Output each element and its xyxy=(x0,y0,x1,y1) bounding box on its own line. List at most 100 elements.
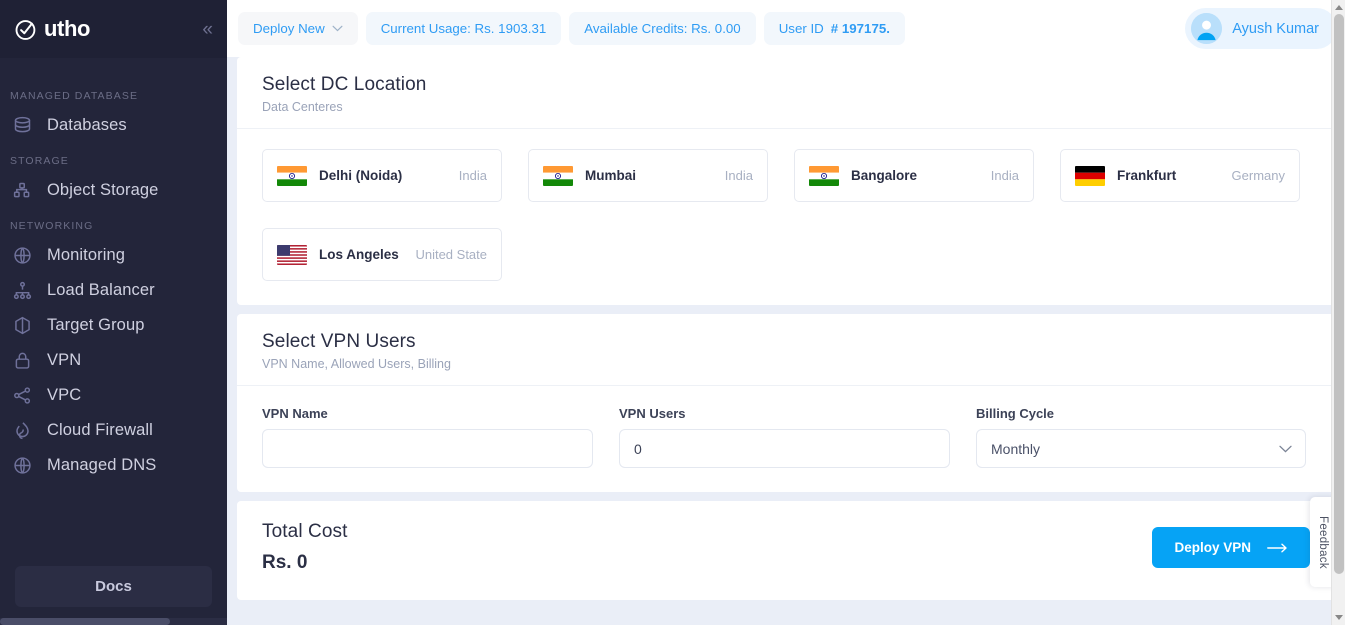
dc-location-city: Frankfurt xyxy=(1117,168,1177,183)
user-menu[interactable]: Ayush Kumar xyxy=(1185,8,1337,49)
flag-india-icon xyxy=(809,165,839,186)
vpn-users-body: VPN Name VPN Users Billing Cycle xyxy=(237,386,1335,492)
sidebar-item-label: Monitoring xyxy=(47,246,126,264)
share-nodes-icon xyxy=(14,387,31,404)
dc-location-country: Germany xyxy=(1231,168,1285,183)
total-cost-value: Rs. 0 xyxy=(262,552,308,573)
cube-icon xyxy=(15,316,30,335)
user-avatar-icon xyxy=(1191,13,1223,44)
user-id-pill[interactable]: User ID # 197175. xyxy=(763,12,905,45)
sidebar-group-label-storage: STORAGE xyxy=(10,155,69,167)
deploy-vpn-button[interactable]: Deploy VPN xyxy=(1152,527,1310,568)
total-cost-panel: Total Cost Rs. 0 Deploy VPN xyxy=(237,501,1335,600)
sidebar-item-label: Load Balancer xyxy=(47,281,155,299)
database-icon xyxy=(14,116,31,133)
total-cost-title: Total Cost xyxy=(262,521,348,542)
sidebar-item-label: VPN xyxy=(47,351,82,369)
sidebar-item-vpc[interactable]: VPC xyxy=(0,378,227,413)
billing-cycle-label: Billing Cycle xyxy=(976,406,1055,421)
docs-button[interactable]: Docs xyxy=(15,566,212,607)
available-credits-pill[interactable]: Available Credits: Rs. 0.00 xyxy=(569,12,756,45)
sidebar-item-label: Managed DNS xyxy=(47,456,157,474)
sidebar-item-databases[interactable]: Databases xyxy=(0,108,227,143)
deploy-new-dropdown[interactable]: Deploy New xyxy=(238,12,358,45)
flag-germany-icon xyxy=(1075,165,1105,186)
vpn-users-input[interactable] xyxy=(619,429,950,468)
sidebar-item-label: Cloud Firewall xyxy=(47,421,153,439)
dc-location-country: India xyxy=(458,168,487,183)
user-name-label: Ayush Kumar xyxy=(1232,20,1319,37)
sidebar-horizontal-scrollbar[interactable] xyxy=(0,618,227,625)
content-scroll-area: Select DC Location Data Centeres Delhi (… xyxy=(227,57,1345,625)
dc-location-body: Delhi (Noida) India Mumbai India Bangalo… xyxy=(237,129,1335,305)
hierarchy-icon xyxy=(13,281,32,300)
current-usage-pill[interactable]: Current Usage: Rs. 1903.31 xyxy=(365,12,562,45)
dc-location-panel: Select DC Location Data Centeres Delhi (… xyxy=(237,57,1335,305)
billing-cycle-field-group: Billing Cycle xyxy=(976,406,1306,468)
sidebar-nav: MANAGED DATABASE Databases STORAGE Objec… xyxy=(0,58,227,556)
sidebar-item-target-group[interactable]: Target Group xyxy=(0,308,227,343)
sidebar-group-label-networking: NETWORKING xyxy=(10,220,94,232)
dc-location-card-bangalore[interactable]: Bangalore India xyxy=(794,149,1034,202)
sidebar-item-cloud-firewall[interactable]: Cloud Firewall xyxy=(0,413,227,448)
flag-india-icon xyxy=(543,165,573,186)
dc-location-country: India xyxy=(990,168,1019,183)
brand-logo[interactable]: utho xyxy=(14,16,90,42)
sidebar-item-managed-dns[interactable]: Managed DNS xyxy=(0,448,227,483)
page-scrollbar-thumb[interactable] xyxy=(1334,14,1344,574)
chevron-down-icon xyxy=(332,25,343,32)
sidebar-item-vpn[interactable]: VPN xyxy=(0,343,227,378)
dc-location-city: Los Angeles xyxy=(319,247,399,262)
billing-cycle-select-wrap xyxy=(976,429,1306,468)
vpn-users-header: Select VPN Users VPN Name, Allowed Users… xyxy=(237,314,1335,386)
dc-location-city: Delhi (Noida) xyxy=(319,168,403,183)
page-vertical-scrollbar[interactable] xyxy=(1331,0,1345,625)
dc-location-card-mumbai[interactable]: Mumbai India xyxy=(528,149,768,202)
sidebar-item-object-storage[interactable]: Object Storage xyxy=(0,173,227,208)
top-bar: Deploy New Current Usage: Rs. 1903.31 Av… xyxy=(227,0,1345,57)
dc-location-card-los-angeles[interactable]: Los Angeles United State xyxy=(262,228,502,281)
main-area: Deploy New Current Usage: Rs. 1903.31 Av… xyxy=(227,0,1345,625)
page-title: Select DC Location xyxy=(262,74,427,95)
sidebar-footer: Docs xyxy=(0,556,227,625)
vpn-users-panel: Select VPN Users VPN Name, Allowed Users… xyxy=(237,314,1335,492)
vpn-users-field-group: VPN Users xyxy=(619,406,950,468)
sidebar-item-label: Databases xyxy=(47,116,127,134)
vpn-users-label: VPN Users xyxy=(619,406,686,421)
dc-location-subtitle: Data Centeres xyxy=(262,100,343,114)
dc-location-grid: Delhi (Noida) India Mumbai India Bangalo… xyxy=(262,149,1310,281)
billing-cycle-select[interactable] xyxy=(976,429,1306,468)
user-id-value: # 197175. xyxy=(830,21,890,36)
dc-location-city: Mumbai xyxy=(585,168,637,183)
flag-usa-icon xyxy=(277,244,307,265)
sidebar-item-label: VPC xyxy=(47,386,82,404)
globe-icon xyxy=(14,457,31,474)
deploy-vpn-label: Deploy VPN xyxy=(1174,540,1251,555)
vpn-name-field-group: VPN Name xyxy=(262,406,593,468)
flag-india-icon xyxy=(277,165,307,186)
dc-location-country: India xyxy=(724,168,753,183)
globe-icon xyxy=(14,247,31,264)
sidebar-item-label: Object Storage xyxy=(47,181,159,199)
sidebar-collapse-icon[interactable]: « xyxy=(202,20,212,39)
sidebar-header: utho « xyxy=(0,0,227,58)
sidebar-item-monitoring[interactable]: Monitoring xyxy=(0,238,227,273)
brand-name: utho xyxy=(44,16,91,41)
scroll-up-arrow-icon[interactable] xyxy=(1335,5,1343,10)
object-storage-icon xyxy=(13,182,30,198)
user-id-prefix: User ID xyxy=(778,21,824,36)
total-cost-body: Total Cost Rs. 0 Deploy VPN xyxy=(237,501,1335,600)
app-root: utho « MANAGED DATABASE Databases STORAG… xyxy=(0,0,1345,625)
vpn-name-input[interactable] xyxy=(262,429,593,468)
utho-check-circle-icon xyxy=(15,19,36,40)
vpn-form-row: VPN Name VPN Users Billing Cycle xyxy=(262,406,1310,468)
scroll-down-arrow-icon[interactable] xyxy=(1335,615,1343,620)
total-cost-info: Total Cost Rs. 0 xyxy=(262,521,347,574)
arrow-right-icon xyxy=(1267,543,1287,552)
dc-location-card-delhi[interactable]: Delhi (Noida) India xyxy=(262,149,502,202)
sidebar-scrollbar-thumb[interactable] xyxy=(0,618,170,625)
dc-location-card-frankfurt[interactable]: Frankfurt Germany xyxy=(1060,149,1300,202)
sidebar-item-load-balancer[interactable]: Load Balancer xyxy=(0,273,227,308)
sidebar: utho « MANAGED DATABASE Databases STORAG… xyxy=(0,0,227,625)
vpn-users-subtitle: VPN Name, Allowed Users, Billing xyxy=(262,357,451,371)
